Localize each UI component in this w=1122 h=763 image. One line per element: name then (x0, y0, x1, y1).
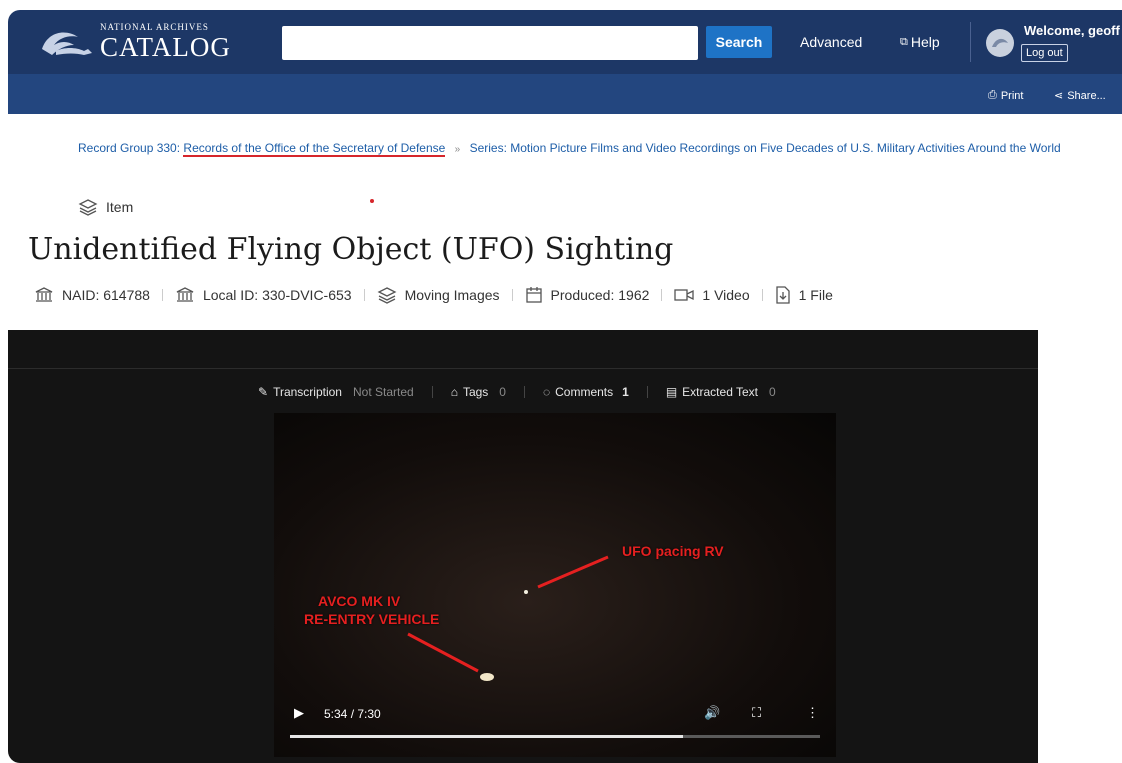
local-id-value: Local ID: 330-DVIC-653 (202, 287, 352, 303)
advanced-search-link[interactable]: Advanced (800, 34, 862, 50)
site-header: NATIONAL ARCHIVES CATALOG Search Advance… (8, 10, 1122, 74)
share-label: Share... (1067, 89, 1106, 102)
volume-icon[interactable]: 🔊 (704, 705, 720, 721)
tag-icon: ⌂ (450, 385, 458, 399)
edit-icon: ✎ (258, 385, 269, 399)
meta-divider (761, 289, 763, 301)
naid: NAID: 614788 (34, 287, 150, 303)
catalog-logo[interactable]: NATIONAL ARCHIVES CATALOG (38, 20, 231, 64)
tab-divider (523, 386, 525, 398)
ufo-caption: UFO pacing RV (622, 543, 724, 559)
media-type: Moving Images (377, 286, 500, 304)
breadcrumb-record-group-prefix[interactable]: Record Group 330: (78, 141, 180, 155)
video-time: 5:34 / 7:30 (324, 707, 381, 721)
breadcrumb-record-group-link[interactable]: Records of the Office of the Secretary o… (183, 141, 446, 157)
meta-divider (161, 289, 163, 301)
file-count: 1 File (775, 286, 833, 304)
printer-icon: ⎙ (988, 89, 997, 101)
share-link[interactable]: ⋖ Share... (1054, 89, 1106, 103)
comment-icon: ◌ (542, 385, 551, 399)
tab-comments[interactable]: ◌ Comments 1 (543, 385, 629, 399)
file-download-icon (775, 286, 790, 304)
layers-icon (78, 199, 98, 216)
item-metadata: NAID: 614788 Local ID: 330-DVIC-653 Movi… (34, 286, 833, 304)
play-icon[interactable]: ▶ (294, 705, 304, 721)
item-type-label: Item (106, 199, 134, 215)
tab-extracted-text[interactable]: ▤ Extracted Text 0 (666, 385, 776, 399)
print-link[interactable]: ⎙ Print (988, 89, 1023, 102)
produced-value: Produced: 1962 (550, 287, 650, 303)
search-button[interactable]: Search (706, 26, 772, 58)
logo-subtitle: NATIONAL ARCHIVES (100, 22, 209, 32)
produced-date: Produced: 1962 (525, 286, 650, 304)
vehicle-caption-line2: RE-ENTRY VEHICLE (304, 611, 440, 627)
layers-icon (377, 287, 397, 304)
comments-label: Comments (555, 385, 614, 399)
tab-divider (431, 386, 433, 398)
fullscreen-icon[interactable]: ⛶ (752, 705, 761, 721)
breadcrumb-separator: » (454, 144, 461, 155)
comments-count: 1 (622, 385, 629, 399)
video-count: 1 Video (674, 287, 750, 303)
help-label: Help (910, 34, 940, 50)
share-icon: ⋖ (1054, 90, 1064, 102)
more-options-icon[interactable]: ⋮ (806, 705, 819, 721)
video-count-value: 1 Video (702, 287, 750, 303)
vehicle-light (480, 673, 494, 681)
browser-page: NATIONAL ARCHIVES CATALOG Search Advance… (8, 10, 1122, 763)
transcription-status: Not Started (352, 385, 414, 399)
tab-tags[interactable]: ⌂ Tags 0 (451, 385, 506, 399)
help-link[interactable]: ⧉ Help (900, 34, 940, 50)
media-type-value: Moving Images (404, 287, 500, 303)
extracted-count: 0 (769, 385, 776, 399)
institution-icon (35, 287, 53, 302)
tab-transcription[interactable]: ✎ Transcription Not Started (258, 385, 414, 399)
calendar-icon (525, 287, 542, 303)
ufo-light (524, 590, 528, 594)
print-label: Print (1000, 89, 1024, 102)
meta-divider (661, 289, 663, 301)
vehicle-pointer-line (407, 632, 479, 673)
user-avatar[interactable] (986, 29, 1014, 57)
ufo-pointer-line (537, 555, 609, 589)
media-viewer: ✎ Transcription Not Started ⌂ Tags 0 ◌ C… (8, 330, 1038, 763)
eagle-logo-icon (38, 25, 96, 59)
logo-title: CATALOG (100, 32, 231, 62)
external-link-icon: ⧉ (900, 35, 908, 48)
video-progress-bar[interactable] (290, 735, 820, 738)
page-title: Unidentified Flying Object (UFO) Sightin… (28, 232, 674, 267)
tab-divider (646, 386, 648, 398)
viewer-divider (8, 368, 1038, 369)
header-divider (970, 22, 971, 62)
tags-count: 0 (499, 385, 506, 399)
welcome-text: Welcome, geoff (1024, 23, 1120, 38)
institution-icon (176, 287, 194, 302)
page-background (1038, 330, 1122, 763)
vehicle-caption-line1: AVCO MK IV (318, 593, 401, 609)
red-dot-mark (370, 199, 374, 203)
breadcrumb: Record Group 330: Records of the Office … (78, 138, 1118, 160)
viewer-tabs: ✎ Transcription Not Started ⌂ Tags 0 ◌ C… (258, 385, 776, 399)
document-icon: ▤ (665, 385, 678, 399)
local-id: Local ID: 330-DVIC-653 (175, 287, 352, 303)
video-camera-icon (674, 289, 695, 301)
transcription-label: Transcription (273, 385, 342, 399)
action-bar: ⎙ Print ⋖ Share... (8, 74, 1122, 114)
breadcrumb-series-link[interactable]: Series: Motion Picture Films and Video R… (470, 141, 1061, 155)
video-player[interactable]: UFO pacing RV AVCO MK IV RE-ENTRY VEHICL… (274, 413, 836, 757)
meta-divider (363, 289, 365, 301)
logout-button[interactable]: Log out (1021, 44, 1068, 62)
video-progress-fill (290, 735, 684, 738)
file-count-value: 1 File (798, 287, 833, 303)
extracted-label: Extracted Text (682, 385, 758, 399)
naid-value: NAID: 614788 (62, 287, 150, 303)
video-controls: ▶ 5:34 / 7:30 🔊 ⛶ ⋮ (274, 703, 836, 757)
item-type: Item (78, 198, 133, 216)
tags-label: Tags (462, 385, 489, 399)
meta-divider (511, 289, 513, 301)
search-input[interactable] (282, 26, 698, 60)
